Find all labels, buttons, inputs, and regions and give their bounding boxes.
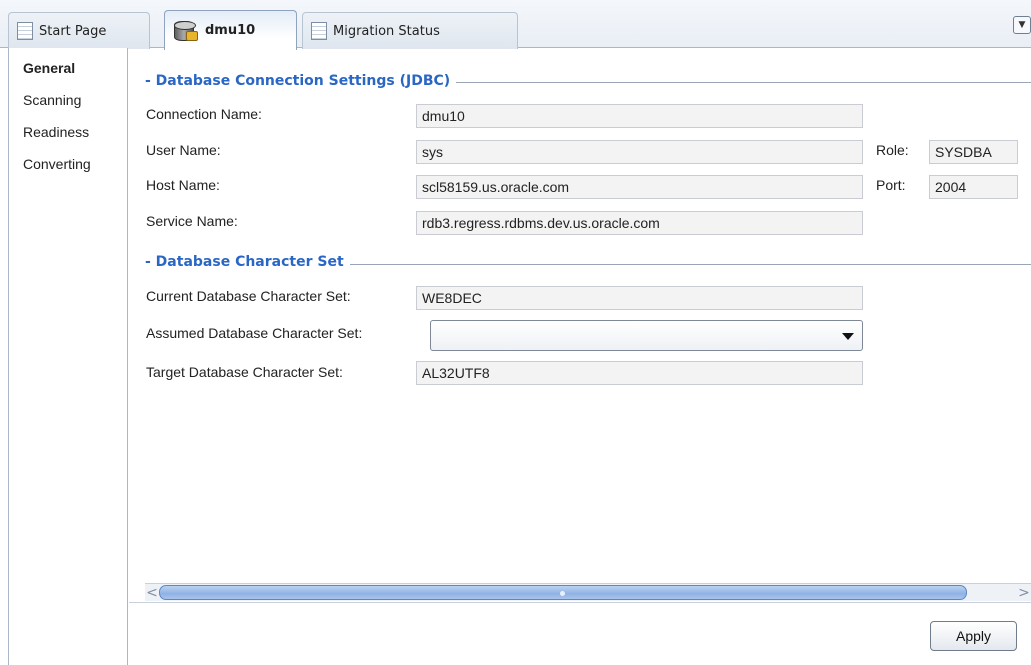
tab-label: Migration Status — [333, 23, 440, 39]
user-name-field[interactable]: sys — [416, 140, 863, 164]
current-charset-field[interactable]: WE8DEC — [416, 286, 863, 310]
port-label: Port: — [876, 177, 906, 193]
assumed-charset-label: Assumed Database Character Set: — [146, 325, 363, 341]
tab-dmu10[interactable]: dmu10 — [164, 10, 297, 50]
connection-name-field[interactable]: dmu10 — [416, 104, 863, 128]
nav-item-converting[interactable]: Converting — [23, 156, 91, 172]
target-charset-field[interactable]: AL32UTF8 — [416, 361, 863, 385]
footer-divider — [129, 602, 1031, 603]
chevron-down-icon — [842, 333, 854, 340]
database-icon — [173, 19, 199, 43]
host-name-label: Host Name: — [146, 177, 220, 193]
tab-label: Start Page — [39, 23, 107, 39]
page-icon — [311, 22, 327, 40]
tab-start-page[interactable]: Start Page — [8, 12, 150, 49]
editor-tab-bar: Start Page dmu10 Migration Status ▼ — [0, 0, 1031, 50]
target-charset-label: Target Database Character Set: — [146, 364, 343, 380]
nav-item-readiness[interactable]: Readiness — [23, 124, 89, 140]
tab-list-dropdown-icon[interactable]: ▼ — [1013, 16, 1031, 34]
tab-label: dmu10 — [205, 23, 256, 38]
user-name-label: User Name: — [146, 142, 221, 158]
general-panel: - Database Connection Settings (JDBC) Co… — [129, 48, 1031, 665]
apply-button[interactable]: Apply — [930, 621, 1017, 651]
left-navigation: General Scanning Readiness Converting — [8, 48, 128, 665]
port-field[interactable]: 2004 — [929, 175, 1018, 199]
service-name-field[interactable]: rdb3.regress.rdbms.dev.us.oracle.com — [416, 211, 863, 235]
host-name-field[interactable]: scl58159.us.oracle.com — [416, 175, 863, 199]
nav-item-general[interactable]: General — [23, 60, 75, 76]
connection-name-label: Connection Name: — [146, 106, 262, 122]
horizontal-scrollbar[interactable]: < > — [145, 583, 1031, 601]
role-field[interactable]: SYSDBA — [929, 140, 1018, 164]
scrollbar-thumb[interactable] — [159, 585, 967, 600]
tab-migration-status[interactable]: Migration Status — [302, 12, 518, 49]
scroll-left-icon[interactable]: < — [145, 585, 159, 601]
connection-section-title: - Database Connection Settings (JDBC) — [145, 73, 457, 89]
nav-item-scanning[interactable]: Scanning — [23, 92, 81, 108]
service-name-label: Service Name: — [146, 213, 238, 229]
charset-section-title: - Database Character Set — [145, 254, 350, 270]
current-charset-label: Current Database Character Set: — [146, 288, 351, 304]
scroll-right-icon[interactable]: > — [1017, 585, 1031, 601]
scroll-grip-icon — [560, 591, 565, 596]
page-icon — [17, 22, 33, 40]
assumed-charset-select[interactable] — [430, 320, 863, 351]
role-label: Role: — [876, 142, 909, 158]
